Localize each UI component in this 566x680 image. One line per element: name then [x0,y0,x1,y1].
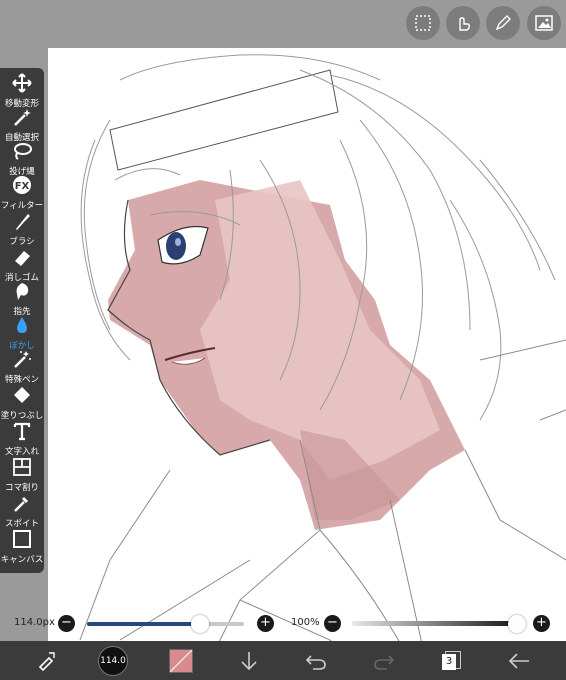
touch-gesture-icon [459,17,471,31]
tool-palette: 移動変形 自動選択 投げ縄 FX フィルター ブラシ 消しゴム 指先 ぼかし 特… [0,68,44,573]
lasso-icon [11,140,33,162]
arrow-left-icon [508,652,529,669]
brush-tool-switch-button[interactable] [30,641,62,680]
swatch-slash-icon [170,649,192,672]
eyedropper-icon [11,492,33,514]
redo-icon [374,654,395,670]
back-button[interactable] [505,641,533,680]
artwork [79,54,566,680]
undo-button[interactable] [302,641,330,680]
selection-icon [415,15,431,31]
svg-text:FX: FX [15,181,30,192]
pen-edit-icon [495,15,511,31]
tool-label: キャンバス [0,555,44,565]
brush-preview-button[interactable]: 114.0 [96,641,130,680]
opacity-increase-button[interactable]: + [533,615,550,632]
brush-size-readout: 114.0px [14,617,55,628]
brush-size-slider-track[interactable] [87,622,244,626]
brush-size-decrease-button[interactable]: − [58,615,75,632]
download-button[interactable] [236,641,262,680]
eraser-icon [11,246,33,268]
bottom-bar: 114.0 3 [0,641,566,680]
magic-wand-icon [11,106,33,128]
layer-count: 3 [442,653,456,670]
brush-preview: 114.0 [98,645,128,676]
drawing-canvas[interactable] [48,48,566,680]
blur-drop-icon [11,314,33,336]
brush-swap-icon [38,651,55,671]
image-button[interactable] [527,6,561,40]
current-color-swatch [169,648,193,673]
pen-edit-button[interactable] [486,6,520,40]
tool-canvas[interactable]: キャンバス [0,526,44,578]
brush-icon [11,210,33,232]
workspace [0,0,566,680]
panel-divide-icon [11,456,33,478]
brush-size-slider-thumb[interactable] [191,615,210,633]
opacity-slider-thumb[interactable] [508,615,526,633]
selection-button[interactable] [406,6,440,40]
image-icon [535,15,553,31]
color-swatch-button[interactable] [166,641,196,680]
brush-size-increase-button[interactable]: + [257,615,274,632]
smudge-icon [11,280,33,302]
brush-size-slider-fill [87,622,201,626]
brush-preview-label: 114.0 [100,655,126,666]
opacity-readout: 100% [291,617,320,628]
special-pen-icon [11,348,33,370]
opacity-decrease-button[interactable]: − [324,615,341,632]
text-icon [11,420,33,442]
canvas-icon [11,528,33,550]
opacity-slider-track[interactable] [352,621,520,626]
layers-icon: 3 [442,650,461,671]
move-icon [11,72,33,94]
arrow-down-icon [241,651,257,670]
fill-bucket-icon [11,384,33,406]
touch-gesture-button[interactable] [446,6,480,40]
layers-button[interactable]: 3 [438,641,464,680]
undo-icon [305,654,326,670]
redo-button[interactable] [370,641,398,680]
fx-icon: FX [11,174,33,196]
